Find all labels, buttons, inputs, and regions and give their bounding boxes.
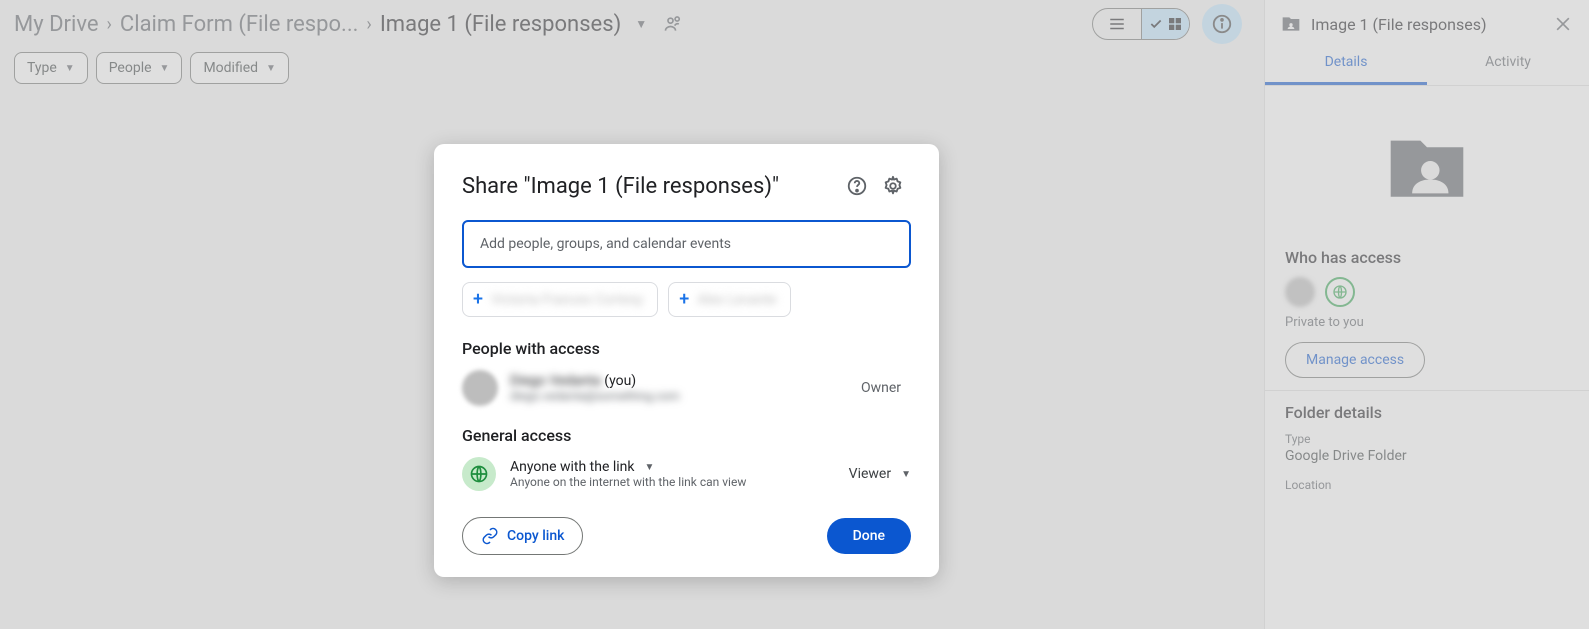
plus-icon: + (679, 289, 689, 310)
owner-name: Diego Vedanta (you) (510, 373, 849, 389)
role-label: Viewer (849, 466, 891, 482)
done-button[interactable]: Done (827, 518, 911, 554)
suggestion-name: Victoria Frances Cortesy (491, 292, 643, 308)
owner-avatar (462, 370, 498, 406)
share-dialog: Share "Image 1 (File responses)" Add peo… (434, 144, 939, 577)
role-dropdown[interactable]: Viewer ▼ (849, 466, 911, 482)
dialog-title: Share "Image 1 (File responses)" (462, 174, 839, 199)
owner-you-suffix: (you) (601, 373, 636, 389)
owner-email: diego.vedanta@something.com (510, 389, 849, 403)
link-icon (481, 527, 499, 545)
copy-link-button[interactable]: Copy link (462, 517, 583, 555)
owner-role: Owner (861, 380, 901, 396)
owner-row: Diego Vedanta (you) diego.vedanta@someth… (462, 370, 911, 406)
suggestion-chips: + Victoria Frances Cortesy + Alex Levant… (462, 282, 911, 317)
general-access-heading: General access (462, 426, 911, 445)
dialog-footer: Copy link Done (462, 517, 911, 555)
general-access-label: Anyone with the link (510, 459, 635, 475)
gear-icon[interactable] (875, 168, 911, 204)
general-access-sub: Anyone on the internet with the link can… (510, 475, 835, 489)
plus-icon: + (473, 289, 483, 310)
suggestion-chip-1[interactable]: + Victoria Frances Cortesy (462, 282, 658, 317)
suggestion-chip-2[interactable]: + Alex Levante (668, 282, 791, 317)
dialog-header: Share "Image 1 (File responses)" (462, 168, 911, 204)
general-access-dropdown[interactable]: Anyone with the link ▼ (510, 459, 835, 475)
general-access-info: Anyone with the link ▼ Anyone on the int… (510, 459, 835, 489)
people-with-access-heading: People with access (462, 339, 911, 358)
chevron-down-icon: ▼ (645, 462, 655, 473)
add-people-input[interactable]: Add people, groups, and calendar events (462, 220, 911, 268)
general-access-row: Anyone with the link ▼ Anyone on the int… (462, 457, 911, 491)
owner-name-blur: Diego Vedanta (510, 373, 601, 389)
owner-info: Diego Vedanta (you) diego.vedanta@someth… (510, 373, 849, 403)
chevron-down-icon: ▼ (901, 469, 911, 480)
suggestion-name: Alex Levante (697, 292, 776, 308)
help-icon[interactable] (839, 168, 875, 204)
copy-link-label: Copy link (507, 528, 564, 544)
globe-icon (462, 457, 496, 491)
